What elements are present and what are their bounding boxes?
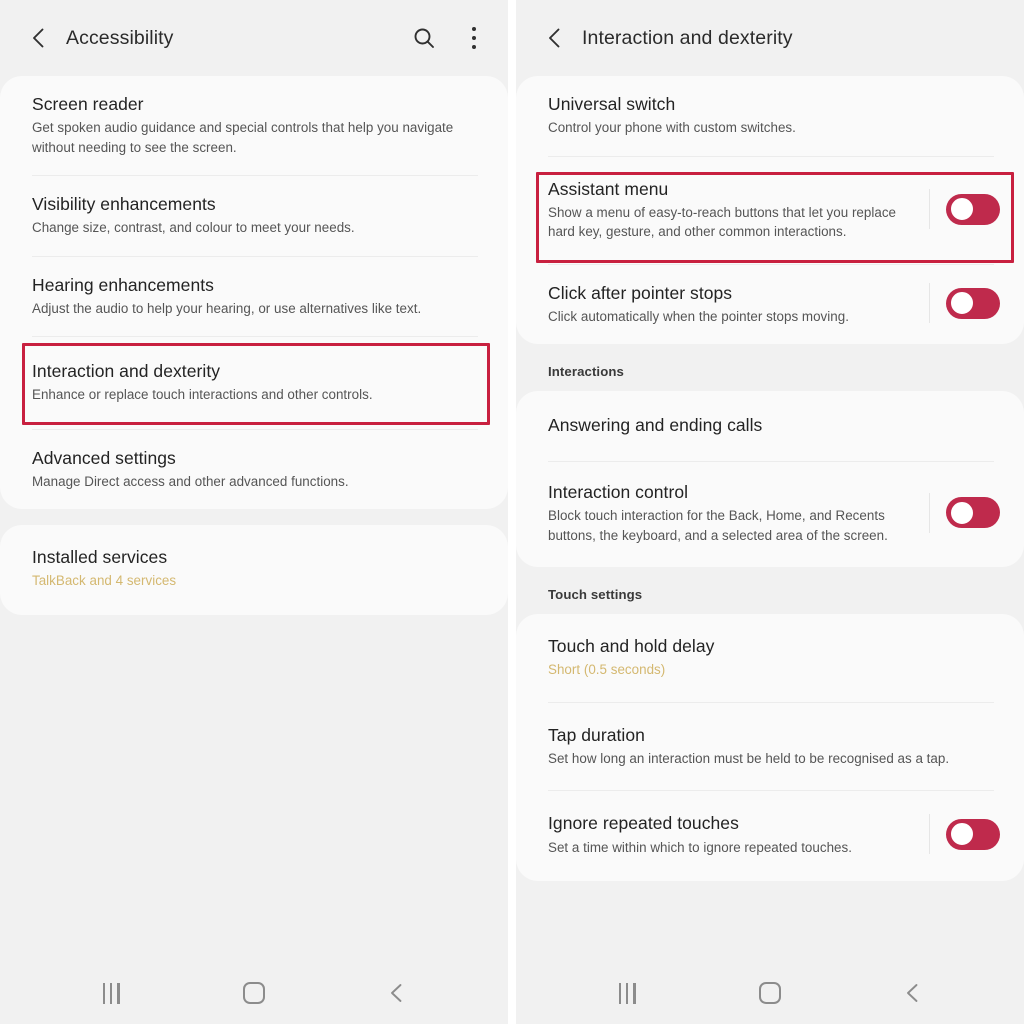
back-button[interactable] [885,973,941,1013]
list-item-title: Screen reader [32,94,144,114]
list-item-subtitle: Set a time within which to ignore repeat… [548,839,852,855]
list-item-universal-switch[interactable]: Universal switch Control your phone with… [516,76,1024,156]
home-icon [242,982,265,1004]
dual-screenshot-container: Accessibility Screen reader Get spoken a… [0,0,1024,1024]
right-card-one: Universal switch Control your phone with… [516,76,1024,345]
list-item-title: Answering and ending calls [548,415,763,436]
right-card-three: Touch and hold delay Short (0.5 seconds)… [516,614,1024,882]
list-item-title: Click after pointer stops [548,282,733,303]
list-item-title: Hearing enhancements [32,274,214,295]
back-chevron-icon[interactable] [26,25,52,51]
list-item-title: Interaction and dexterity [32,361,221,382]
list-item-tap-duration[interactable]: Tap duration Set how long an interaction… [516,703,1024,791]
assistant-menu-toggle[interactable] [946,193,1000,225]
ignore-repeated-touches-toggle[interactable] [946,818,1000,850]
recents-button[interactable] [599,973,655,1013]
list-item-answering-and-ending-calls[interactable]: Answering and ending calls [516,391,1024,461]
right-phone-screen: Interaction and dexterity Universal swit… [516,0,1024,1024]
right-navigation-bar [516,962,1024,1024]
toggle-separator [929,492,930,533]
recents-icon [103,982,120,1004]
list-item-subtitle: Get spoken audio guidance and special co… [32,120,454,155]
list-item-interaction-and-dexterity[interactable]: Interaction and dexterity Enhance or rep… [0,337,508,429]
home-icon [758,982,781,1004]
interaction-control-toggle[interactable] [946,497,1000,529]
page-title: Accessibility [66,26,174,49]
back-icon [906,984,918,1002]
left-app-bar: Accessibility [0,0,508,76]
back-icon [390,984,402,1002]
list-item-click-after-pointer-stops[interactable]: Click after pointer stops Click automati… [516,265,1024,345]
recents-icon [619,982,636,1004]
list-item-title: Installed services [32,547,168,568]
left-settings-list: Screen reader Get spoken audio guidance … [0,76,508,1024]
list-item-subtitle: Short (0.5 seconds) [548,662,666,678]
left-app-bar-actions [412,26,486,50]
list-item-touch-and-hold-delay[interactable]: Touch and hold delay Short (0.5 seconds) [516,614,1024,702]
left-installed-services-card: Installed services TalkBack and 4 servic… [0,525,508,615]
ignore-repeated-touches-toggle-group [915,814,1000,855]
toggle-separator [929,189,930,230]
home-button[interactable] [742,973,798,1013]
recents-button[interactable] [83,973,139,1013]
back-chevron-icon[interactable] [542,25,568,51]
left-main-card: Screen reader Get spoken audio guidance … [0,76,508,510]
list-item-title: Touch and hold delay [548,636,715,657]
toggle-separator [929,814,930,855]
list-item-title: Universal switch [548,94,676,114]
left-phone-screen: Accessibility Screen reader Get spoken a… [0,0,508,1024]
list-item-installed-services[interactable]: Installed services TalkBack and 4 servic… [0,525,508,615]
list-item-subtitle: TalkBack and 4 services [32,573,177,589]
click-after-pointer-stops-toggle-group [915,283,1000,324]
toggle-knob [948,821,975,848]
search-icon[interactable] [412,26,436,50]
list-item-subtitle: Set how long an interaction must be held… [548,751,950,767]
list-item-subtitle: Block touch interaction for the Back, Ho… [548,508,888,543]
list-item-subtitle: Adjust the audio to help your hearing, o… [32,300,422,316]
toggle-knob [948,196,975,223]
list-item-subtitle: Enhance or replace touch interactions an… [32,387,373,403]
list-item-title: Advanced settings [32,447,176,468]
interaction-control-toggle-group [915,492,1000,533]
list-item-title: Visibility enhancements [32,194,216,215]
right-app-bar: Interaction and dexterity [516,0,1024,76]
list-item-subtitle: Control your phone with custom switches. [548,120,796,136]
list-item-title: Tap duration [548,724,645,745]
toggle-separator [929,283,930,324]
left-navigation-bar [0,962,508,1024]
toggle-knob [948,290,975,317]
list-item-subtitle: Show a menu of easy-to-reach buttons tha… [548,204,897,240]
assistant-menu-toggle-group [915,189,1000,230]
section-header-interactions: Interactions [548,364,624,380]
right-settings-list: Universal switch Control your phone with… [516,76,1024,1024]
list-item-hearing-enhancements[interactable]: Hearing enhancements Adjust the audio to… [0,257,508,337]
right-card-two: Answering and ending calls Interaction c… [516,391,1024,568]
list-item-title: Assistant menu [548,178,669,199]
list-item-title: Ignore repeated touches [548,813,739,834]
list-item-ignore-repeated-touches[interactable]: Ignore repeated touches Set a time withi… [516,791,1024,881]
list-item-interaction-control[interactable]: Interaction control Block touch interact… [516,462,1024,567]
toggle-knob [948,499,975,526]
more-options-icon[interactable] [462,27,486,49]
list-item-screen-reader[interactable]: Screen reader Get spoken audio guidance … [0,76,508,175]
list-item-subtitle: Manage Direct access and other advanced … [32,473,349,489]
list-item-assistant-menu[interactable]: Assistant menu Show a menu of easy-to-re… [516,157,1024,264]
list-item-visibility-enhancements[interactable]: Visibility enhancements Change size, con… [0,176,508,256]
list-item-subtitle: Click automatically when the pointer sto… [548,308,849,324]
home-button[interactable] [226,973,282,1013]
page-title: Interaction and dexterity [582,26,793,49]
list-item-title: Interaction control [548,482,689,503]
section-header-touch-settings: Touch settings [548,587,643,603]
click-after-pointer-stops-toggle[interactable] [946,287,1000,319]
list-item-subtitle: Change size, contrast, and colour to mee… [32,220,355,236]
list-item-advanced-settings[interactable]: Advanced settings Manage Direct access a… [0,430,508,510]
back-button[interactable] [369,973,425,1013]
